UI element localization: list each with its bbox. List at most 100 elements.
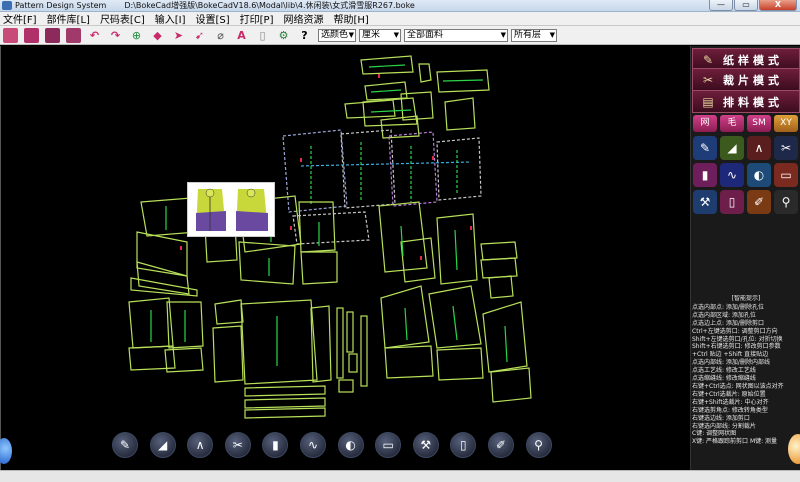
pin-tool-icon[interactable]: ⚲ [774, 190, 798, 214]
save-icon[interactable] [45, 27, 60, 43]
fill-icon[interactable]: ◆ [150, 28, 165, 43]
tip-line: 点选工艺线: 修改工艺线 [692, 367, 756, 375]
pattern-piece-group-top[interactable] [344, 55, 490, 139]
grid-icon[interactable]: ⚙ [276, 28, 291, 43]
bottom-toolbar: ✎ ◢ ∧ ✂ ▮ ∿ ◐ ▭ ⚒ ▯ ✐ ⚲ [112, 428, 582, 462]
lasso-icon[interactable]: ⌀ [213, 28, 228, 43]
undo-icon[interactable]: ↶ [87, 28, 102, 43]
menu-settings[interactable]: 设置[S] [196, 11, 230, 26]
book-icon[interactable]: ▮ [262, 432, 289, 458]
folder-icon[interactable] [24, 27, 39, 43]
menu-help[interactable]: 帮助[H] [334, 11, 369, 26]
hammer-icon[interactable]: ⚒ [412, 432, 439, 458]
cut-mode-icon: ✂ [702, 72, 714, 87]
pin-icon[interactable]: ⚲ [525, 432, 552, 458]
triangle-ruler-icon[interactable]: ◢ [149, 432, 176, 458]
tip-line: 点选内部点: 添加/删除孔位 [692, 303, 764, 311]
ruler-icon[interactable]: ▯ [255, 28, 270, 43]
pencil-tool-icon[interactable]: ✎ [112, 432, 138, 458]
tip-line: X键: 严格跟踪前剪口 M键: 测量 [692, 438, 778, 446]
color-select[interactable]: 选颜色 ▼ [318, 28, 356, 42]
sm-button[interactable]: SM [747, 115, 771, 132]
layer-select-value: 所有层 [514, 29, 542, 40]
tip-line: 点选内部线: 添加/删除内部线 [692, 359, 770, 367]
status-bar [0, 470, 800, 482]
marker-mode-icon: ▤ [702, 94, 714, 109]
file-path: D:\BokeCad增强版\BokeCadV18.6\Modal\lib\4.休… [124, 1, 415, 10]
tip-line: 右键+Ctrl选裁片: 原始位置 [692, 390, 766, 398]
garment-reference-image [187, 182, 275, 237]
menu-parts-library[interactable]: 部件库[L] [47, 11, 90, 26]
close-button[interactable]: X [759, 0, 797, 11]
curve-pen-icon[interactable]: ∿ [299, 432, 326, 458]
minimize-button[interactable]: — [709, 0, 733, 11]
menu-bar: 文件[F] 部件库[L] 尺码表[C] 输入[I] 设置[S] 打印[P] 网络… [0, 12, 800, 26]
net-button[interactable]: 网 [693, 115, 717, 132]
fabric-select-value: 全部面料 [407, 29, 444, 40]
hammer-tool-icon[interactable]: ⚒ [693, 190, 717, 214]
smart-tips-panel: [智能提示] 点选内部点: 添加/删除孔位 点选内部区域: 添加孔位 点选边上点… [692, 295, 800, 465]
chevron-down-icon: ▼ [549, 30, 555, 39]
menu-print[interactable]: 打印[P] [240, 11, 274, 26]
cut-mode-button[interactable]: ✂ 裁片模式 [692, 68, 800, 91]
menu-input[interactable]: 输入[I] [155, 11, 186, 26]
pattern-canvas[interactable] [0, 46, 690, 470]
dart-icon[interactable]: ◐ [337, 432, 364, 458]
pencil-tool-icon[interactable]: ✎ [693, 136, 717, 160]
menu-network-resources[interactable]: 网络资源 [284, 11, 324, 26]
unit-select[interactable]: 厘米 ▼ [359, 28, 401, 42]
pattern-piece-group-strips[interactable] [336, 307, 368, 393]
label-icon[interactable]: ▭ [375, 432, 402, 458]
zoom-icon[interactable]: ⊕ [129, 28, 144, 43]
help-icon[interactable]: ? [297, 28, 312, 43]
toolbar: ↶ ↷ ⊕ ◆ ➤ ➹ ⌀ A ▯ ⚙ ? 选颜色 ▼ 厘米 ▼ 全部面料 ▼ 所有层… [0, 26, 800, 45]
brush-icon[interactable]: ✐ [487, 432, 514, 458]
notebook-icon[interactable]: ▯ [450, 432, 477, 458]
scissors-icon[interactable]: ✂ [224, 432, 251, 458]
app-icon [2, 1, 12, 10]
fabric-select[interactable]: 全部面料 ▼ [404, 28, 508, 42]
color-select-value: 选颜色 [321, 29, 349, 40]
select-arrow-icon[interactable]: ➹ [192, 28, 207, 43]
tip-line: 右键+Ctrl选点: 网状图以该点对齐 [692, 382, 784, 390]
cut-mode-label: 裁片模式 [723, 73, 783, 87]
xy-button[interactable]: XY [774, 115, 798, 132]
book-tool-icon[interactable]: ▮ [693, 163, 717, 187]
tip-line: 点选内部区域: 添加孔位 [692, 311, 756, 319]
curve-tool-icon[interactable]: ∿ [720, 163, 744, 187]
compass-icon[interactable]: ∧ [187, 432, 214, 458]
maximize-button[interactable]: ▭ [734, 0, 758, 11]
tip-line: 点选边上点: 添加/删除剪口 [692, 319, 764, 327]
layer-select[interactable]: 所有层 ▼ [511, 28, 557, 42]
brush-tool-icon[interactable]: ✐ [747, 190, 771, 214]
open-file-icon[interactable] [3, 27, 18, 43]
pattern-pieces[interactable] [1, 46, 691, 470]
marker-mode-label: 排料模式 [723, 95, 783, 109]
unit-select-value: 厘米 [362, 29, 381, 40]
pattern-mode-icon: ✎ [702, 52, 714, 67]
compass-tool-icon[interactable]: ∧ [747, 136, 771, 160]
chevron-down-icon: ▼ [393, 30, 399, 39]
ski-jacket-illustration [196, 188, 268, 231]
pattern-piece-group-right[interactable] [378, 201, 532, 403]
pick-arrow-icon[interactable]: ➤ [171, 28, 186, 43]
ruler-tool-icon[interactable]: ◢ [720, 136, 744, 160]
pattern-mode-label: 纸样模式 [723, 53, 783, 67]
right-panel: ✎ 纸样模式 ✂ 裁片模式 ▤ 排料模式 网 毛 SM XY ✎ ◢ ∧ ✂ ▮… [690, 46, 800, 470]
window-controls: — ▭ X [709, 0, 797, 11]
marker-mode-button[interactable]: ▤ 排料模式 [692, 90, 800, 113]
redo-icon[interactable]: ↷ [108, 28, 123, 43]
label-tool-icon[interactable]: ▭ [774, 163, 798, 187]
pattern-piece-group-mesh[interactable] [282, 129, 482, 245]
menu-size-chart[interactable]: 尺码表[C] [100, 11, 145, 26]
dart-tool-icon[interactable]: ◐ [747, 163, 771, 187]
menu-file[interactable]: 文件[F] [3, 11, 37, 26]
notebook-tool-icon[interactable]: ▯ [720, 190, 744, 214]
app-window: Pattern Design System D:\BokeCad增强版\BokeC… [0, 0, 800, 482]
print-icon[interactable] [66, 27, 81, 43]
window-title: Pattern Design System D:\BokeCad增强版\BokeC… [15, 0, 415, 11]
text-a-icon[interactable]: A [234, 28, 249, 43]
scissors-tool-icon[interactable]: ✂ [774, 136, 798, 160]
seam-button[interactable]: 毛 [720, 115, 744, 132]
tip-line: 右键选边线: 添加剪口 [692, 414, 750, 422]
